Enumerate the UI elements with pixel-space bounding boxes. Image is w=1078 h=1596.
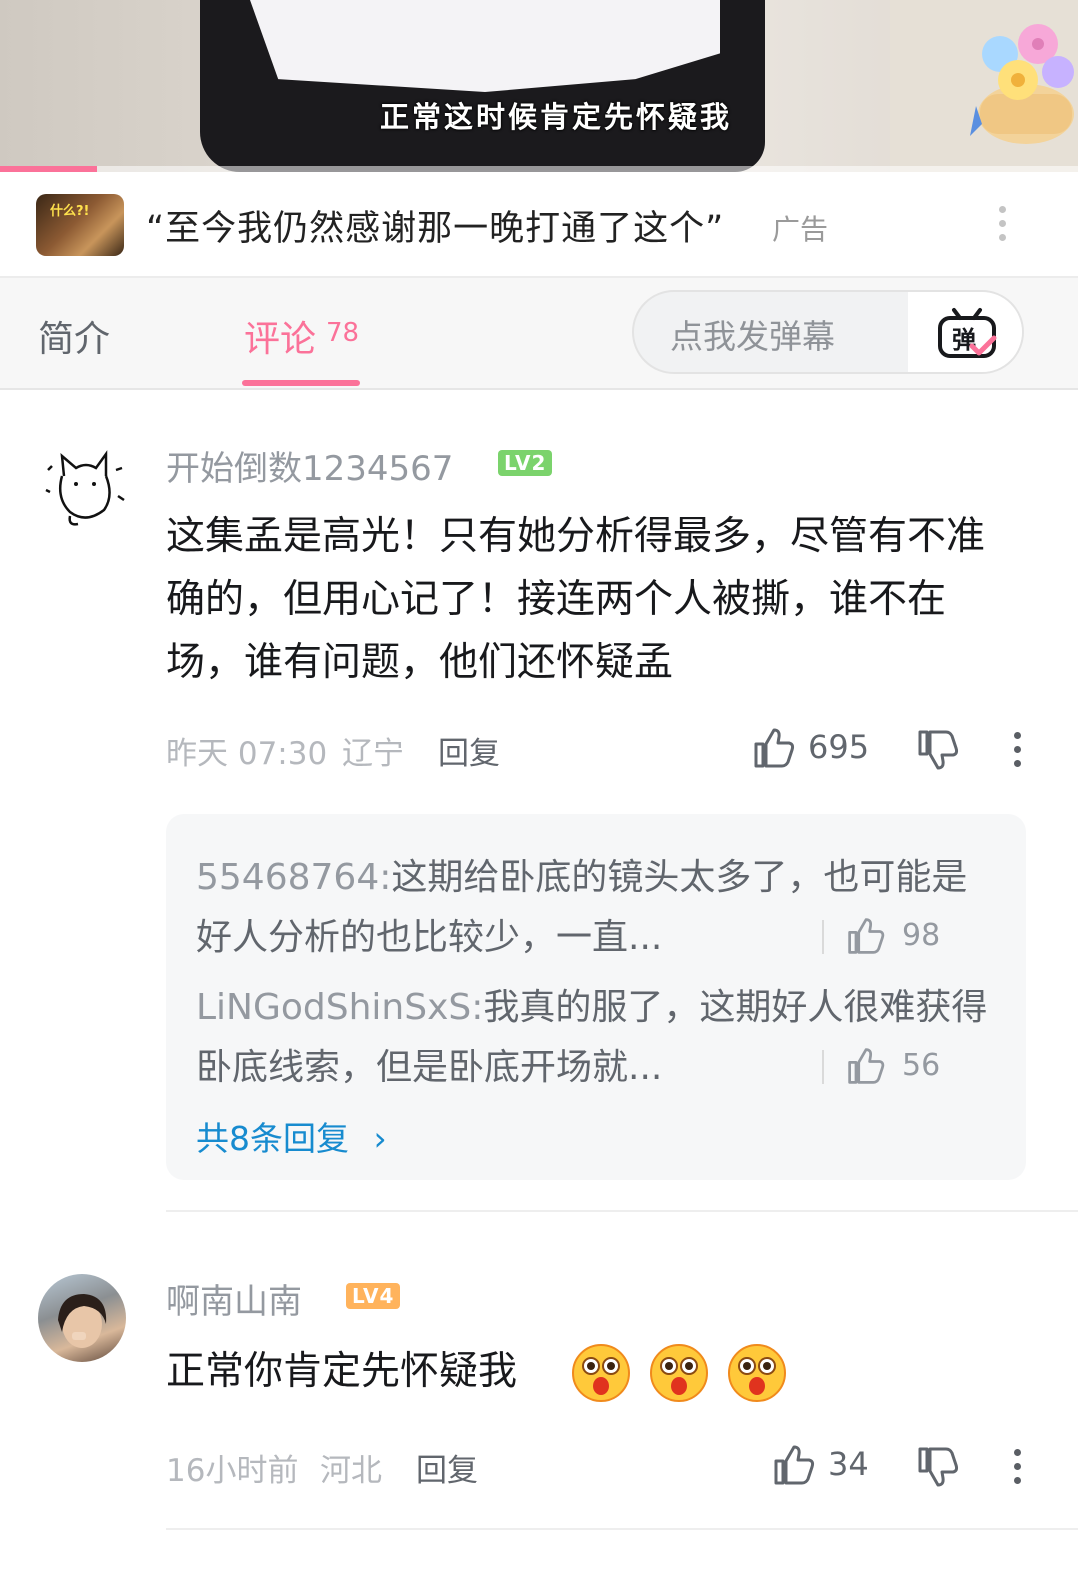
- view-all-replies-label: 共8条回复: [196, 1119, 349, 1158]
- comment-divider: [166, 1210, 1078, 1212]
- cat-doodle-icon: [45, 450, 125, 526]
- comment-time: 昨天 07:30: [166, 736, 328, 772]
- more-vertical-icon[interactable]: [1014, 1447, 1022, 1487]
- comment-divider: [166, 1528, 1078, 1530]
- thumbs-up-icon[interactable]: [772, 1443, 816, 1487]
- thumbs-down-icon[interactable]: [916, 728, 960, 772]
- danmaku-toggle-button[interactable]: 弹: [908, 292, 1022, 372]
- reply-like-count: 98: [902, 918, 941, 953]
- comment-location: 辽宁: [342, 736, 404, 772]
- reply-button[interactable]: 回复: [438, 728, 500, 773]
- view-all-replies-link[interactable]: 共8条回复 ›: [196, 1112, 387, 1160]
- reply-button[interactable]: 回复: [416, 1445, 478, 1490]
- thumbs-up-icon[interactable]: [846, 1046, 886, 1086]
- reply-username[interactable]: LiNGodShinSxS:: [196, 987, 483, 1028]
- level-badge: LV4: [346, 1283, 401, 1309]
- comment-username[interactable]: 开始倒数1234567: [166, 441, 453, 490]
- thumbs-up-icon[interactable]: [846, 916, 886, 956]
- comment-text: 这集孟是高光！只有她分析得最多，尽管有不准确的，但用心记了！接连两个人被撕，谁不…: [166, 514, 986, 685]
- danmaku-input[interactable]: 点我发弹幕: [670, 310, 835, 358]
- ad-thumbnail-caption: 什么?!: [50, 204, 90, 219]
- more-vertical-icon[interactable]: [1014, 730, 1022, 770]
- danmaku-icon: 弹: [938, 308, 997, 358]
- avatar[interactable]: [38, 1274, 126, 1362]
- tab-intro[interactable]: 简介: [38, 310, 110, 362]
- more-vertical-icon[interactable]: [992, 202, 1012, 246]
- comment-time: 16小时前: [166, 1453, 299, 1489]
- comment-username[interactable]: 啊南山南: [166, 1274, 302, 1323]
- ad-thumbnail: 什么?!: [36, 194, 124, 256]
- avatar-photo: [58, 1294, 107, 1348]
- ad-banner[interactable]: 什么?! “至今我仍然感谢那一晚打通了这个” 广告: [0, 172, 1078, 278]
- surprised-emoji-icon: [572, 1344, 786, 1402]
- like-count: 34: [828, 1445, 869, 1483]
- tab-active-indicator: [242, 380, 360, 386]
- reply-divider: [822, 1050, 824, 1084]
- like-count: 695: [808, 728, 870, 766]
- comment-text: 正常你肯定先怀疑我: [166, 1349, 518, 1394]
- comment-location: 河北: [320, 1453, 382, 1489]
- video-player[interactable]: 正常这时候肯定先怀疑我: [0, 0, 1078, 172]
- thumbs-up-icon[interactable]: [752, 726, 796, 770]
- reply-like-count: 56: [902, 1048, 941, 1083]
- tab-bar: 简介 评论 78 点我发弹幕 弹: [0, 278, 1078, 390]
- tab-comments[interactable]: 评论: [244, 310, 316, 362]
- danmaku-bar[interactable]: 点我发弹幕 弹: [632, 290, 1024, 374]
- chevron-right-icon: ›: [373, 1119, 387, 1158]
- reply-username[interactable]: 55468764:: [196, 857, 391, 898]
- video-subtitle: 正常这时候肯定先怀疑我: [380, 100, 733, 134]
- reply-preview-box[interactable]: 55468764:这期给卧底的镜头太多了，也可能是好人分析的也比较少，一直...…: [166, 814, 1026, 1180]
- reply-divider: [822, 920, 824, 954]
- level-badge: LV2: [498, 450, 553, 476]
- comments-count: 78: [326, 318, 360, 348]
- avatar[interactable]: [40, 440, 128, 528]
- ad-label: 广告: [772, 213, 829, 246]
- flower-basket-icon: [970, 24, 1074, 144]
- thumbs-down-icon[interactable]: [916, 1445, 960, 1489]
- ad-title: “至今我仍然感谢那一晚打通了这个”: [146, 209, 725, 249]
